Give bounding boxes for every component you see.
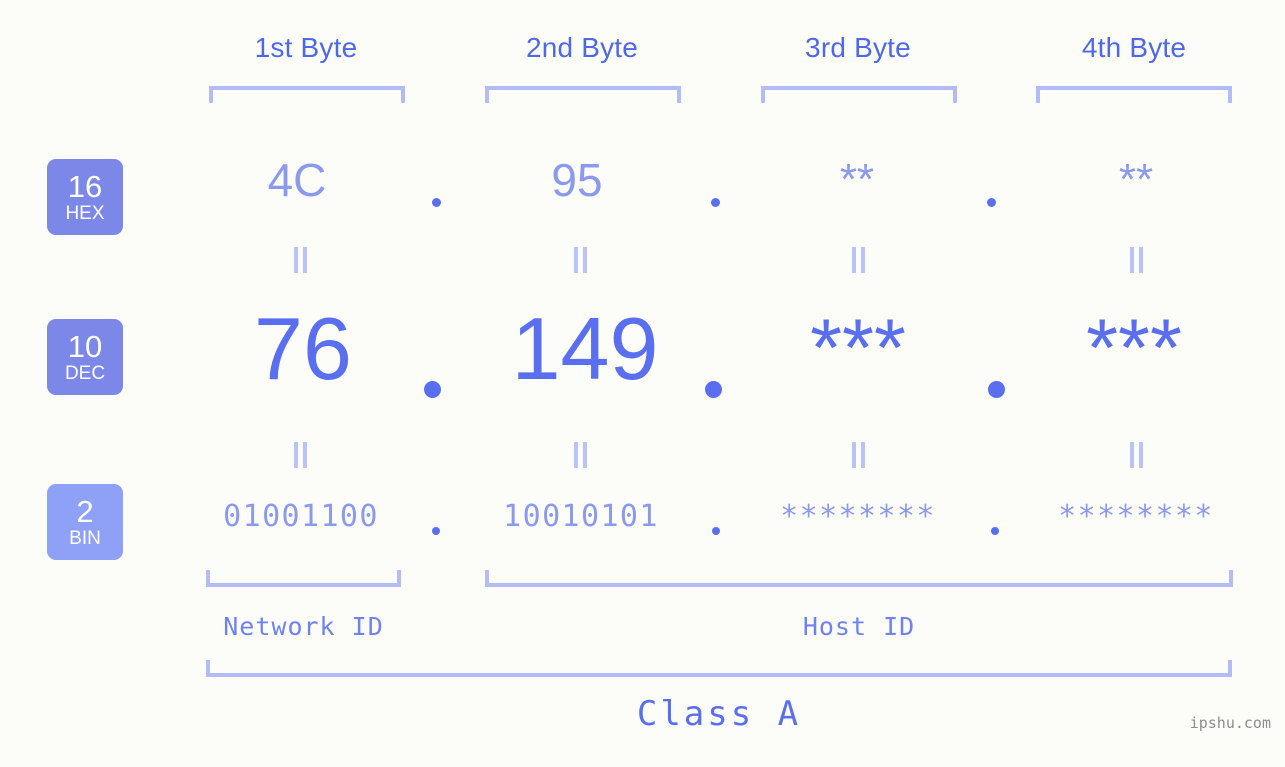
base-badge-hex-name: HEX <box>65 202 105 224</box>
byte-label-1: 1st Byte <box>254 32 358 63</box>
byte-label-2: 2nd Byte <box>525 32 639 63</box>
bin-dot-separator-3 <box>991 527 999 535</box>
equality-marker-hex-dec-2 <box>569 247 591 273</box>
base-badge-hex: 16 HEX <box>47 159 123 235</box>
base-badge-hex-number: 16 <box>67 168 103 204</box>
base-badge-dec-name: DEC <box>64 362 106 384</box>
host-id-bracket <box>485 570 1233 587</box>
equality-marker-hex-dec-1 <box>289 247 311 273</box>
dec-dot-separator-1 <box>424 381 441 398</box>
base-badge-bin: 2 BIN <box>47 484 123 560</box>
hex-dot-separator-3 <box>987 198 996 207</box>
class-label: Class A <box>636 694 802 734</box>
equality-marker-dec-bin-2 <box>569 442 591 468</box>
hex-value-byte-4: ** <box>1118 155 1154 204</box>
base-badge-bin-name: BIN <box>69 527 101 549</box>
equality-marker-dec-bin-3 <box>847 442 869 468</box>
bin-value-byte-2: 10010101 <box>503 499 659 534</box>
dec-value-byte-2: 149 <box>511 299 659 398</box>
dec-dot-separator-2 <box>705 381 722 398</box>
host-id-label: Host ID <box>802 612 916 641</box>
dec-value-byte-1: 76 <box>254 299 352 398</box>
dec-value-byte-4: *** <box>1086 303 1182 394</box>
equality-marker-hex-dec-4 <box>1125 247 1147 273</box>
equality-marker-dec-bin-1 <box>289 442 311 468</box>
bin-value-byte-4: ******** <box>1058 499 1214 534</box>
site-watermark: ipshu.com <box>1189 714 1271 732</box>
hex-dot-separator-2 <box>711 198 720 207</box>
byte-bracket-3 <box>761 86 957 103</box>
bin-dot-separator-1 <box>432 527 440 535</box>
dec-dot-separator-3 <box>988 381 1005 398</box>
ip-address-breakdown-diagram: 1st Byte 2nd Byte 3rd Byte 4th Byte 16 H… <box>0 0 1285 767</box>
hex-dot-separator-1 <box>432 198 441 207</box>
byte-bracket-4 <box>1036 86 1232 103</box>
network-id-label: Network ID <box>223 612 384 641</box>
equality-marker-hex-dec-3 <box>847 247 869 273</box>
byte-label-4: 4th Byte <box>1081 32 1187 63</box>
bin-value-byte-3: ******** <box>780 499 936 534</box>
bin-value-byte-1: 01001100 <box>223 499 379 534</box>
hex-value-byte-2: 95 <box>551 154 603 206</box>
hex-value-byte-1: 4C <box>267 154 327 206</box>
dec-value-byte-3: *** <box>810 303 906 394</box>
byte-bracket-2 <box>485 86 681 103</box>
class-bracket <box>206 660 1232 677</box>
base-badge-dec-number: 10 <box>67 328 103 364</box>
base-badge-dec: 10 DEC <box>47 319 123 395</box>
equality-marker-dec-bin-4 <box>1125 442 1147 468</box>
hex-value-byte-3: ** <box>839 155 875 204</box>
base-badge-bin-number: 2 <box>76 493 94 529</box>
network-id-bracket <box>206 570 401 587</box>
bin-dot-separator-2 <box>712 527 720 535</box>
byte-bracket-1 <box>209 86 405 103</box>
byte-label-3: 3rd Byte <box>805 32 911 63</box>
